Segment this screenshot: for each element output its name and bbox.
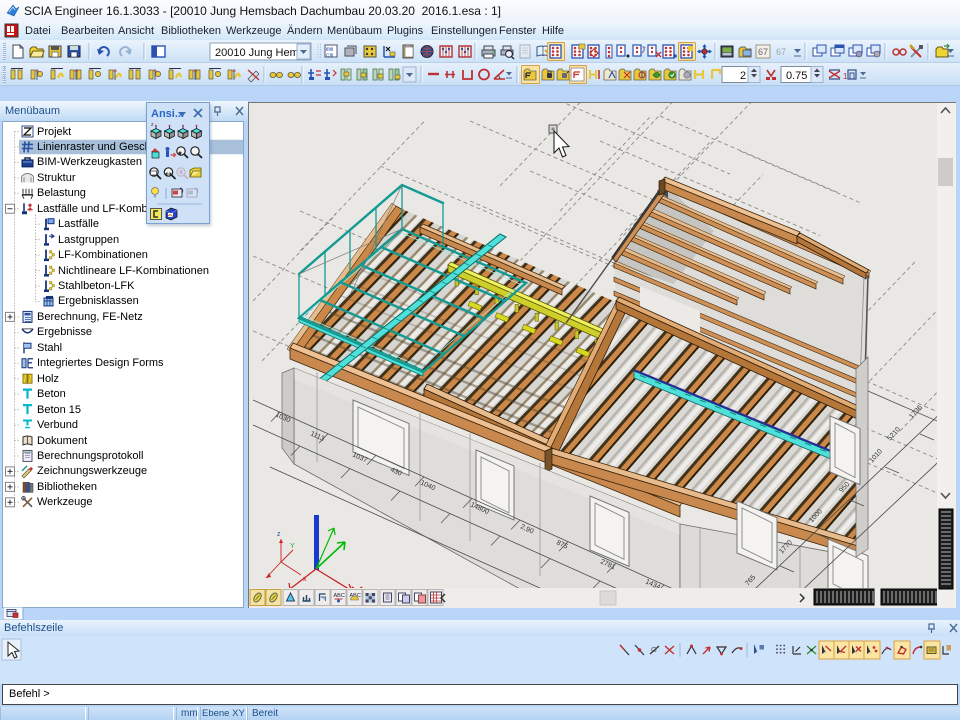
svg-text:1736: 1736	[908, 404, 924, 420]
svg-text:0.75: 0.75	[786, 70, 807, 82]
svg-text:Y: Y	[290, 543, 295, 550]
svg-text:Ansi...: Ansi...	[151, 108, 184, 120]
svg-text:cm: cm	[326, 52, 334, 59]
svg-text:67: 67	[758, 47, 768, 57]
svg-text:1010: 1010	[868, 448, 884, 464]
svg-text:2: 2	[740, 70, 746, 82]
svg-text:1: 1	[843, 72, 848, 81]
svg-text:z: z	[277, 531, 281, 538]
svg-text:67: 67	[776, 47, 786, 57]
svg-text:z: z	[151, 122, 154, 128]
svg-text:20010 Jung Hemst: 20010 Jung Hemst	[215, 47, 307, 59]
svg-text:ABC: ABC	[334, 593, 345, 599]
svg-text:G: G	[651, 645, 657, 654]
